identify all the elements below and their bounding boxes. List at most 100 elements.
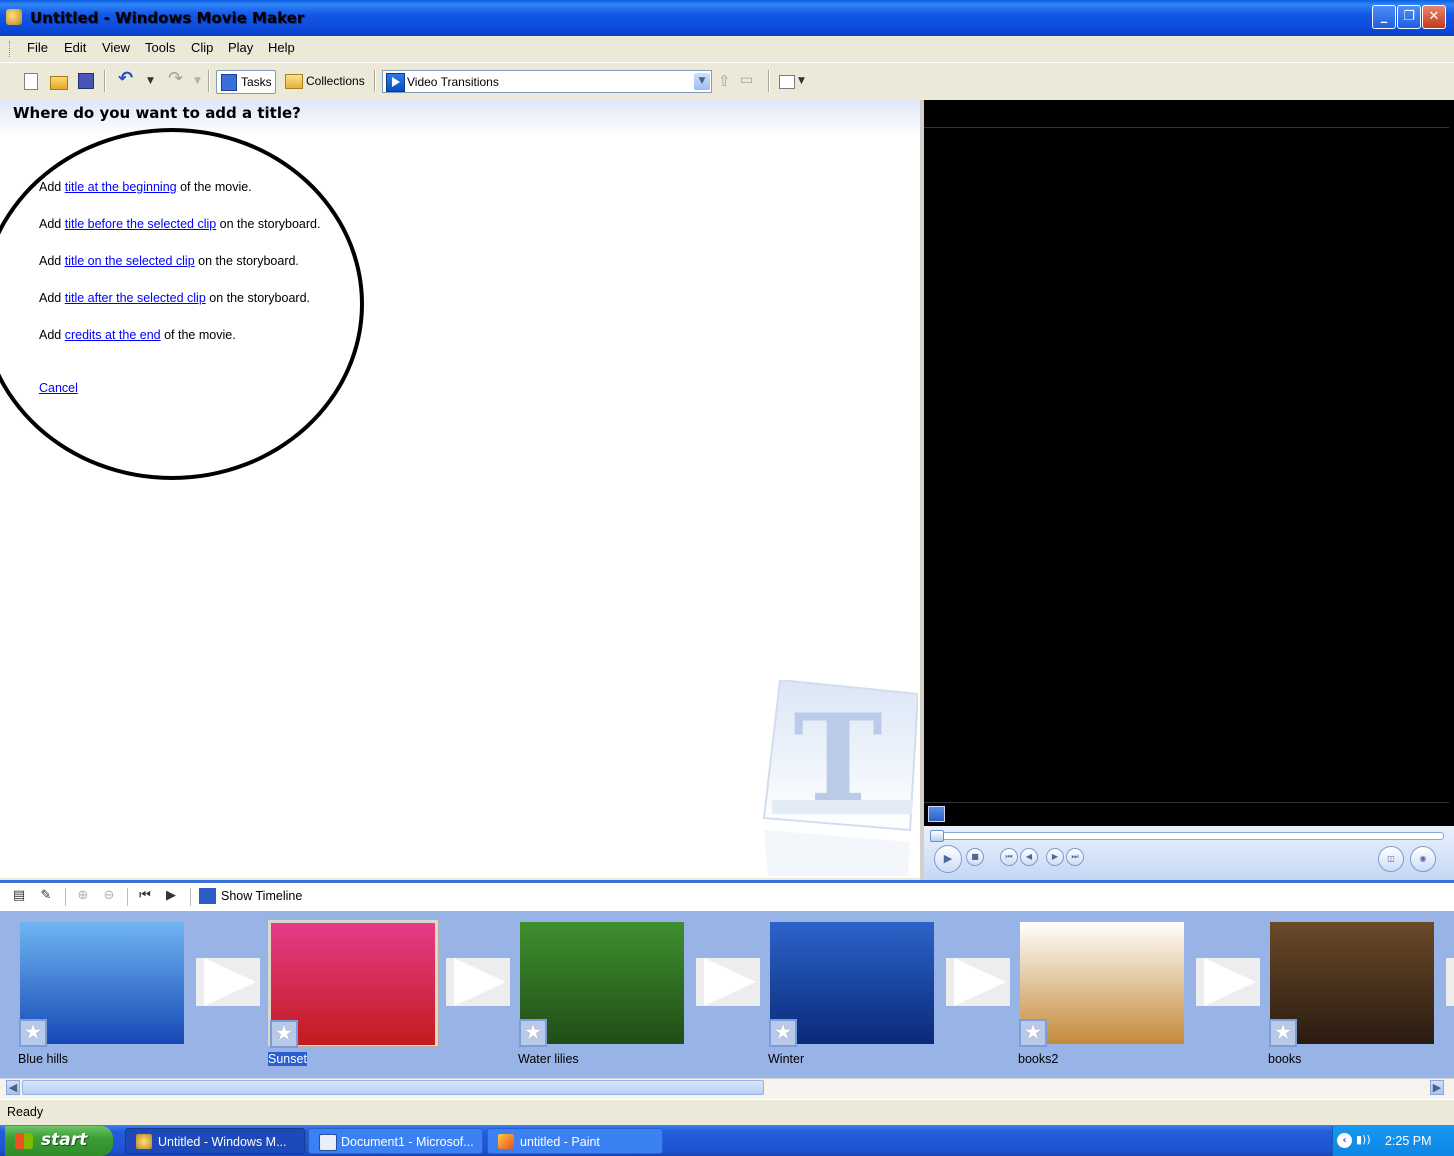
start-button[interactable]: start (5, 1126, 113, 1156)
video-transitions-icon (386, 73, 405, 92)
video-effects-star-icon[interactable]: ★ (1019, 1019, 1047, 1047)
video-effects-star-icon[interactable]: ★ (519, 1019, 547, 1047)
collections-dropdown[interactable]: Video Transitions ▼ (382, 70, 712, 93)
chevron-down-icon[interactable]: ▼ (694, 73, 710, 90)
storyboard-clip[interactable]: ★ (1017, 919, 1187, 1047)
paint-icon (498, 1134, 514, 1149)
views-icon[interactable] (779, 75, 795, 89)
video-effects-star-icon[interactable]: ★ (1269, 1019, 1297, 1047)
restore-button[interactable]: ❐ (1397, 5, 1421, 29)
menu-tools[interactable]: Tools (145, 40, 175, 55)
start-label: start (41, 1130, 88, 1150)
transition-slot[interactable] (696, 958, 760, 1006)
transition-slot[interactable] (196, 958, 260, 1006)
open-project-icon[interactable] (50, 76, 68, 90)
undo-icon[interactable]: ↶ (118, 68, 133, 89)
transition-slot[interactable] (1196, 958, 1260, 1006)
storyboard-clip[interactable]: ★ (517, 919, 687, 1047)
transition-slot[interactable] (1446, 958, 1454, 1006)
minimize-button[interactable]: _ (1372, 5, 1396, 29)
set-audio-levels-icon[interactable]: ▤ (12, 889, 26, 903)
annotation-circle (0, 128, 364, 480)
monitor-divider (924, 127, 1449, 128)
transition-slot[interactable] (946, 958, 1010, 1006)
video-effects-star-icon[interactable]: ★ (19, 1019, 47, 1047)
stop-icon[interactable]: ■ (966, 848, 984, 866)
tasks-label: Tasks (241, 75, 272, 89)
collections-folder-icon[interactable] (285, 74, 303, 89)
next-frame-icon[interactable]: ⏭ (1066, 848, 1084, 866)
storyboard-clip[interactable]: ★ (767, 919, 937, 1047)
taskbar-item-label: Untitled - Windows M... (158, 1135, 287, 1149)
scroll-thumb[interactable] (22, 1080, 764, 1095)
storyboard-clip[interactable]: ★ (17, 919, 187, 1047)
play-icon[interactable]: ▶ (934, 845, 962, 873)
preview-monitor (924, 100, 1454, 880)
seek-bar[interactable] (930, 832, 1444, 840)
taskbar-item-paint[interactable]: untitled - Paint (487, 1128, 663, 1154)
redo-icon: ↷ (168, 68, 184, 89)
title-t-watermark-icon: T (762, 680, 918, 876)
new-project-icon[interactable] (24, 73, 38, 90)
zoom-in-icon: ⊕ (77, 888, 89, 903)
storyboard-separator (190, 888, 191, 906)
collections-button[interactable]: Collections (306, 74, 365, 88)
save-project-icon[interactable] (78, 73, 94, 89)
window-title: Untitled - Windows Movie Maker (30, 9, 305, 27)
scroll-left-icon[interactable]: ◀ (6, 1080, 20, 1095)
timeline-icon[interactable] (199, 888, 216, 904)
storyboard-clip[interactable]: ★ (1267, 919, 1437, 1047)
video-effects-star-icon[interactable]: ★ (769, 1019, 797, 1047)
views-dropdown-icon[interactable]: ▼ (798, 76, 805, 86)
monitor-divider (924, 802, 1449, 803)
redo-dropdown-icon: ▼ (194, 76, 201, 86)
clip-label: books (1268, 1052, 1302, 1066)
storyboard-separator (127, 888, 128, 906)
show-hidden-icons-icon[interactable]: ‹ (1337, 1133, 1352, 1148)
split-clip-icon[interactable]: ◫ (1378, 846, 1404, 872)
menu-grip[interactable] (9, 41, 12, 57)
storyboard-clip[interactable]: ★ (267, 919, 439, 1048)
menu-help[interactable]: Help (268, 40, 295, 55)
task-pane-heading: Where do you want to add a title? (13, 104, 301, 122)
show-timeline-button[interactable]: Show Timeline (221, 889, 302, 903)
seek-thumb[interactable] (930, 830, 944, 842)
menu-play[interactable]: Play (228, 40, 253, 55)
play-storyboard-icon[interactable]: ▶ (164, 889, 178, 903)
clip-label: Water lilies (518, 1052, 579, 1066)
clip-label: Sunset (268, 1052, 307, 1066)
network-icon[interactable]: ▮)) (1356, 1133, 1373, 1147)
scroll-right-icon[interactable]: ▶ (1430, 1080, 1444, 1095)
video-effects-star-icon[interactable]: ★ (270, 1020, 298, 1048)
menu-clip[interactable]: Clip (191, 40, 213, 55)
toolbar-separator (374, 70, 376, 92)
rewind-storyboard-icon[interactable]: ⏮ (138, 889, 152, 903)
menu-file[interactable]: File (27, 40, 48, 55)
status-text: Ready (7, 1105, 44, 1119)
collections-dropdown-value: Video Transitions (407, 75, 499, 89)
previous-frame-icon[interactable]: ⏮ (1000, 848, 1018, 866)
clock[interactable]: 2:25 PM (1385, 1134, 1432, 1148)
storyboard-separator (65, 888, 66, 906)
new-folder-icon: ▭ (740, 72, 754, 88)
fast-forward-icon[interactable]: ▶ (1046, 848, 1064, 866)
movie-maker-app-icon[interactable] (6, 9, 22, 25)
close-button[interactable]: ✕ (1422, 5, 1446, 29)
movie-maker-icon (136, 1134, 152, 1149)
taskbar-item-movie-maker[interactable]: Untitled - Windows M... (125, 1128, 305, 1154)
toolbar-separator (104, 70, 106, 92)
taskbar-item-label: Document1 - Microsof... (341, 1135, 474, 1149)
tasks-button[interactable]: Tasks (216, 70, 276, 94)
menu-edit[interactable]: Edit (64, 40, 86, 55)
taskbar-item-word[interactable]: Document1 - Microsof... (308, 1128, 483, 1154)
take-picture-icon[interactable]: ◉ (1410, 846, 1436, 872)
transition-slot[interactable] (446, 958, 510, 1006)
toolbar-separator (208, 70, 210, 92)
menu-view[interactable]: View (102, 40, 130, 55)
narrate-timeline-icon[interactable]: ✎ (39, 889, 53, 903)
undo-dropdown-icon[interactable]: ▼ (147, 76, 154, 86)
clip-label: Winter (768, 1052, 805, 1066)
rewind-icon[interactable]: ◀ (1020, 848, 1038, 866)
tasks-icon (221, 74, 237, 91)
fullscreen-icon[interactable] (928, 806, 945, 822)
